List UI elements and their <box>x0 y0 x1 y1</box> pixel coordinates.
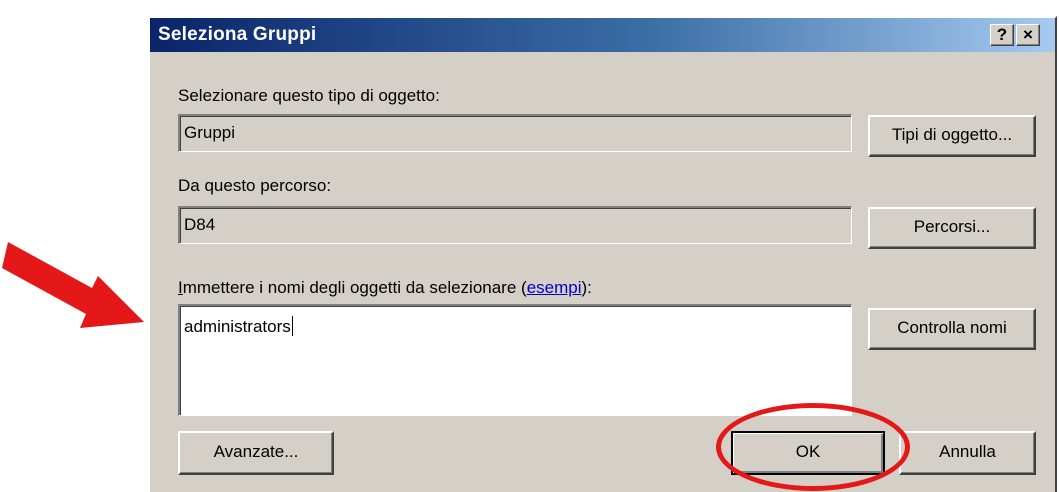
ok-highlight-circle <box>716 403 910 491</box>
help-icon: ? <box>996 25 1008 44</box>
advanced-button[interactable]: Avanzate... <box>178 431 334 475</box>
red-arrow-icon <box>2 242 144 328</box>
object-type-label: Selezionare questo tipo di oggetto: <box>178 86 440 105</box>
examples-link[interactable]: esempi <box>527 278 582 297</box>
object-type-value: Gruppi <box>184 123 236 142</box>
location-value: D84 <box>184 215 216 234</box>
object-names-value: administrators <box>184 317 291 336</box>
close-icon: × <box>1023 25 1033 44</box>
names-label-text: mmettere i nomi degli oggetti da selezio… <box>182 278 527 297</box>
cancel-button[interactable]: Annulla <box>899 431 1036 475</box>
object-type-field: Gruppi <box>178 114 852 152</box>
dialog-title: Seleziona Gruppi <box>158 24 317 45</box>
title-bar[interactable]: Seleziona Gruppi ? × <box>150 18 1055 52</box>
location-field: D84 <box>178 206 852 244</box>
check-names-button[interactable]: Controlla nomi <box>868 308 1036 350</box>
close-button[interactable]: × <box>1016 24 1040 46</box>
object-types-button[interactable]: Tipi di oggetto... <box>868 115 1036 157</box>
locations-button[interactable]: Percorsi... <box>868 207 1036 249</box>
location-label: Da questo percorso: <box>178 176 332 195</box>
select-groups-dialog: Seleziona Gruppi ? × Selezionare questo … <box>148 16 1057 492</box>
object-names-label: Immettere i nomi degli oggetti da selezi… <box>178 278 592 298</box>
object-names-input[interactable]: administrators <box>178 304 852 416</box>
text-caret <box>291 316 293 336</box>
names-label-end: ): <box>581 278 592 297</box>
screenshot-stage: Seleziona Gruppi ? × Selezionare questo … <box>0 0 1059 492</box>
help-button[interactable]: ? <box>990 24 1014 46</box>
